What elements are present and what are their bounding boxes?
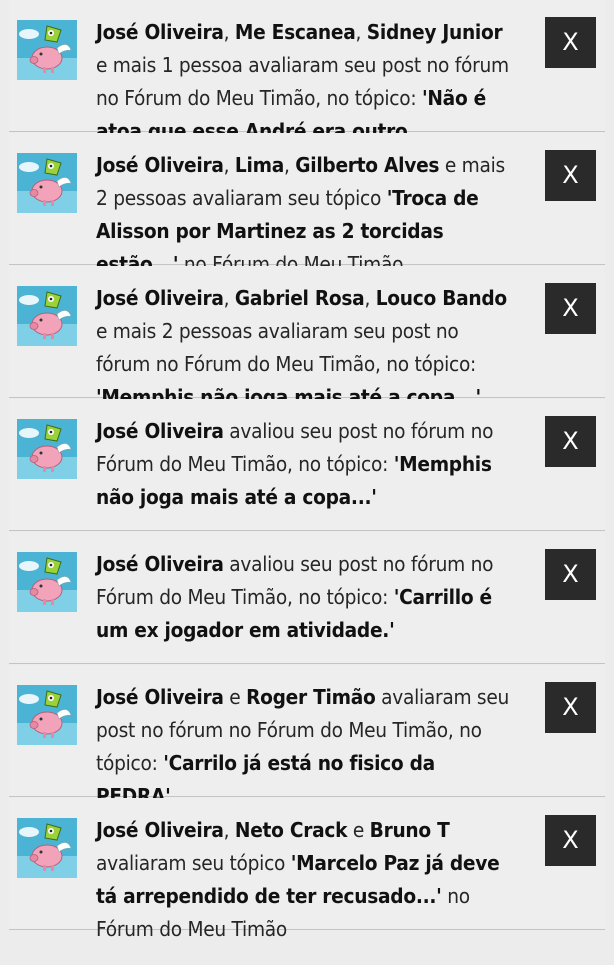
dismiss-notification-button[interactable]: X <box>545 283 596 334</box>
notification-text: , <box>364 286 376 310</box>
notification-text: , <box>283 153 296 177</box>
notification-highlight: José Oliveira <box>96 286 224 310</box>
notification-item[interactable]: José Oliveira, Lima, Gilberto Alves e ma… <box>9 133 605 276</box>
dismiss-notification-button[interactable]: X <box>545 682 596 733</box>
dismiss-notification-button[interactable]: X <box>545 815 596 866</box>
notification-message[interactable]: José Oliveira, Neto Crack e Bruno T aval… <box>96 814 510 946</box>
notification-text: e mais 2 pessoas avaliaram seu post no f… <box>96 319 477 376</box>
notification-highlight: Bruno T <box>369 818 450 842</box>
notification-highlight: José Oliveira <box>96 419 224 443</box>
dismiss-notification-button[interactable]: X <box>545 150 596 201</box>
flying-pig-avatar-icon <box>17 286 77 346</box>
notification-highlight: Gilberto Alves <box>295 153 440 177</box>
notification-text: , <box>223 286 235 310</box>
notification-highlight: José Oliveira <box>96 818 224 842</box>
notification-highlight: Roger Timão <box>246 685 376 709</box>
notification-item[interactable]: José Oliveira, Neto Crack e Bruno T aval… <box>9 798 605 941</box>
notification-message[interactable]: José Oliveira avaliou seu post no fórum … <box>96 415 510 514</box>
dismiss-notification-button[interactable]: X <box>545 549 596 600</box>
notification-item[interactable]: José Oliveira, Gabriel Rosa, Louco Bando… <box>9 266 605 409</box>
notification-highlight: José Oliveira <box>96 685 224 709</box>
flying-pig-avatar-icon <box>17 20 77 80</box>
notification-item[interactable]: José Oliveira, Me Escanea, Sidney Junior… <box>9 0 605 176</box>
notification-highlight: Me Escanea <box>234 20 356 44</box>
flying-pig-avatar-icon <box>17 153 77 213</box>
notification-text: e <box>347 818 370 842</box>
notification-text: avaliaram seu tópico <box>96 851 291 875</box>
notification-message[interactable]: José Oliveira avaliou seu post no fórum … <box>96 548 510 647</box>
notification-highlight: Louco Bando <box>375 286 507 310</box>
notification-text: , <box>223 818 235 842</box>
notification-message[interactable]: José Oliveira, Gabriel Rosa, Louco Bando… <box>96 282 510 414</box>
notification-item[interactable]: José Oliveira e Roger Timão avaliaram se… <box>9 665 605 808</box>
notification-highlight: Lima <box>234 153 284 177</box>
notification-item[interactable]: José Oliveira avaliou seu post no fórum … <box>9 399 605 531</box>
dismiss-notification-button[interactable]: X <box>545 416 596 467</box>
notification-highlight: Sidney Junior <box>366 20 503 44</box>
notification-highlight: José Oliveira <box>96 20 224 44</box>
notification-highlight: Neto Crack <box>234 818 348 842</box>
flying-pig-avatar-icon <box>17 552 77 612</box>
notification-item[interactable]: José Oliveira avaliou seu post no fórum … <box>9 532 605 664</box>
notification-text: , <box>355 20 367 44</box>
notification-text: , <box>223 153 235 177</box>
notification-message[interactable]: José Oliveira e Roger Timão avaliaram se… <box>96 681 510 813</box>
notification-highlight: José Oliveira <box>96 153 224 177</box>
notification-highlight: Gabriel Rosa <box>234 286 365 310</box>
notification-list: José Oliveira, Me Escanea, Sidney Junior… <box>9 0 605 965</box>
flying-pig-avatar-icon <box>17 818 77 878</box>
notification-message[interactable]: José Oliveira, Lima, Gilberto Alves e ma… <box>96 149 510 281</box>
flying-pig-avatar-icon <box>17 685 77 745</box>
notification-text: , <box>223 20 235 44</box>
notification-text: e <box>223 685 247 709</box>
notification-highlight: José Oliveira <box>96 552 224 576</box>
flying-pig-avatar-icon <box>17 419 77 479</box>
dismiss-notification-button[interactable]: X <box>545 17 596 68</box>
